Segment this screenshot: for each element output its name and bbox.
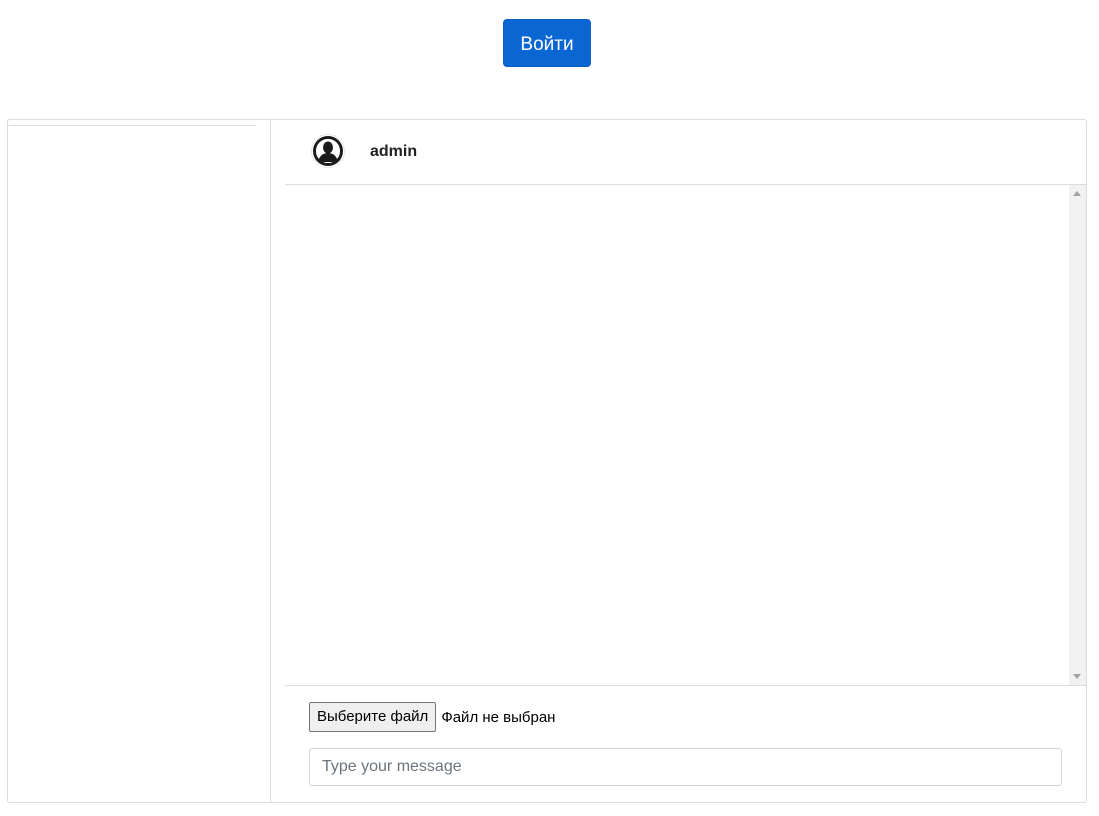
user-silhouette-icon xyxy=(311,134,345,168)
contact-name: admin xyxy=(370,143,418,160)
scroll-up-arrow-icon[interactable] xyxy=(1073,191,1081,196)
conversation-pane: admin Выберите файл Файл не выбран xyxy=(271,120,1086,802)
conversation-header: admin xyxy=(285,120,1086,185)
scroll-down-arrow-icon[interactable] xyxy=(1073,674,1081,679)
file-picker: Выберите файл Файл не выбран xyxy=(309,702,555,732)
contacts-divider xyxy=(8,125,256,126)
messages-area[interactable] xyxy=(285,185,1086,686)
login-button[interactable]: Войти xyxy=(503,19,591,67)
file-status-text: Файл не выбран xyxy=(441,708,556,726)
message-input[interactable] xyxy=(309,748,1062,786)
chat-card: admin Выберите файл Файл не выбран xyxy=(7,119,1087,803)
contacts-pane xyxy=(8,120,271,802)
choose-file-button[interactable]: Выберите файл xyxy=(309,702,437,732)
messages-scrollbar[interactable] xyxy=(1069,185,1086,685)
